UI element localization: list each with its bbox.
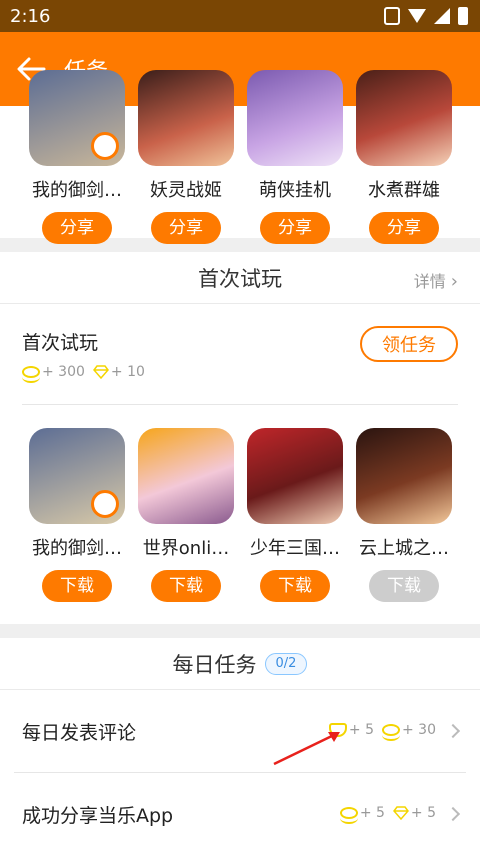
reward-value: + 30 bbox=[402, 722, 436, 738]
status-bar: 2:16 bbox=[0, 0, 480, 32]
coin-icon bbox=[339, 807, 358, 824]
game-name: 我的御剑… bbox=[32, 538, 122, 559]
game-icon bbox=[138, 428, 234, 524]
reward-value: + 5 bbox=[410, 805, 436, 821]
trial-task-reward: + 300 + 10 bbox=[22, 364, 145, 383]
game-icon bbox=[29, 428, 125, 524]
reward-value: + 5 bbox=[359, 805, 385, 821]
trial-section: 首次试玩 详情 › 首次试玩 + 300 + 10 领任务 我的御剑… 下载 世… bbox=[0, 252, 480, 624]
chevron-right-icon: › bbox=[450, 271, 458, 292]
diamond-icon bbox=[392, 806, 409, 821]
diamond-icon bbox=[92, 365, 109, 380]
daily-section-header: 每日任务 0/2 bbox=[0, 638, 480, 690]
game-name: 世界onli… bbox=[142, 538, 230, 559]
game-name: 妖灵战姬 bbox=[150, 180, 222, 201]
daily-section: 每日任务 0/2 每日发表评论 + 5 + 30 成功分享当乐App + 5 +… bbox=[0, 638, 480, 853]
status-time: 2:16 bbox=[10, 5, 51, 27]
game-icon bbox=[29, 70, 125, 166]
coin-reward: + 300 bbox=[42, 364, 85, 380]
wifi-icon bbox=[408, 9, 426, 23]
share-button[interactable]: 分享 bbox=[151, 212, 221, 244]
divider bbox=[22, 404, 458, 405]
trial-section-header: 首次试玩 详情 › bbox=[0, 252, 480, 304]
share-button[interactable]: 分享 bbox=[260, 212, 330, 244]
status-icons bbox=[384, 7, 468, 25]
task-name: 成功分享当乐App bbox=[22, 805, 174, 827]
chevron-right-icon bbox=[445, 806, 461, 822]
reward-value: + 5 bbox=[348, 722, 374, 738]
battery-icon bbox=[458, 7, 468, 25]
share-button[interactable]: 分享 bbox=[42, 212, 112, 244]
download-button[interactable]: 下载 bbox=[369, 570, 439, 602]
game-name: 少年三国… bbox=[250, 538, 340, 559]
progress-badge: 0/2 bbox=[264, 652, 308, 675]
daily-task-row[interactable]: 每日发表评论 + 5 + 30 bbox=[0, 690, 480, 772]
section-title: 首次试玩 bbox=[198, 266, 282, 291]
download-button[interactable]: 下载 bbox=[260, 570, 330, 602]
coin-icon bbox=[22, 366, 40, 383]
coin-icon bbox=[382, 724, 400, 741]
section-title: 每日任务 bbox=[172, 652, 257, 677]
share-game-item[interactable]: 我的御剑… 分享 bbox=[22, 70, 132, 244]
share-game-item[interactable]: 水煮群雄 分享 bbox=[349, 70, 459, 244]
detail-link[interactable]: 详情 › bbox=[414, 268, 458, 292]
cellular-icon bbox=[434, 8, 450, 24]
trial-task-name: 首次试玩 bbox=[22, 332, 99, 354]
vibrate-icon bbox=[384, 7, 400, 25]
game-icon bbox=[247, 428, 343, 524]
annotation-arrow bbox=[273, 732, 340, 766]
game-name: 云上城之… bbox=[359, 538, 449, 559]
task-reward: + 5 + 5 bbox=[339, 805, 436, 824]
share-game-item[interactable]: 萌侠挂机 分享 bbox=[240, 70, 350, 244]
share-button[interactable]: 分享 bbox=[369, 212, 439, 244]
trial-game-item[interactable]: 世界onli… 下载 bbox=[131, 428, 241, 602]
trial-game-item[interactable]: 我的御剑… 下载 bbox=[22, 428, 132, 602]
download-button[interactable]: 下载 bbox=[42, 570, 112, 602]
trial-game-item[interactable]: 云上城之… 下载 bbox=[349, 428, 459, 602]
share-game-item[interactable]: 妖灵战姬 分享 bbox=[131, 70, 241, 244]
game-icon bbox=[356, 428, 452, 524]
game-name: 我的御剑… bbox=[32, 180, 122, 201]
daily-task-row[interactable]: 成功分享当乐App + 5 + 5 bbox=[0, 773, 480, 853]
share-section: 我的御剑… 分享 妖灵战姬 分享 萌侠挂机 分享 水煮群雄 分享 bbox=[0, 70, 480, 244]
game-icon bbox=[138, 70, 234, 166]
trial-game-item[interactable]: 少年三国… 下载 bbox=[240, 428, 350, 602]
detail-label: 详情 bbox=[413, 272, 446, 291]
game-name: 水煮群雄 bbox=[368, 180, 440, 201]
dangle-logo-icon bbox=[91, 132, 119, 160]
get-task-button[interactable]: 领任务 bbox=[360, 326, 458, 362]
game-name: 萌侠挂机 bbox=[259, 180, 331, 201]
game-icon bbox=[356, 70, 452, 166]
game-icon bbox=[247, 70, 343, 166]
task-name: 每日发表评论 bbox=[22, 722, 137, 744]
diamond-reward: + 10 bbox=[110, 364, 145, 380]
chevron-right-icon bbox=[445, 723, 461, 739]
download-button[interactable]: 下载 bbox=[151, 570, 221, 602]
dangle-logo-icon bbox=[91, 490, 119, 518]
